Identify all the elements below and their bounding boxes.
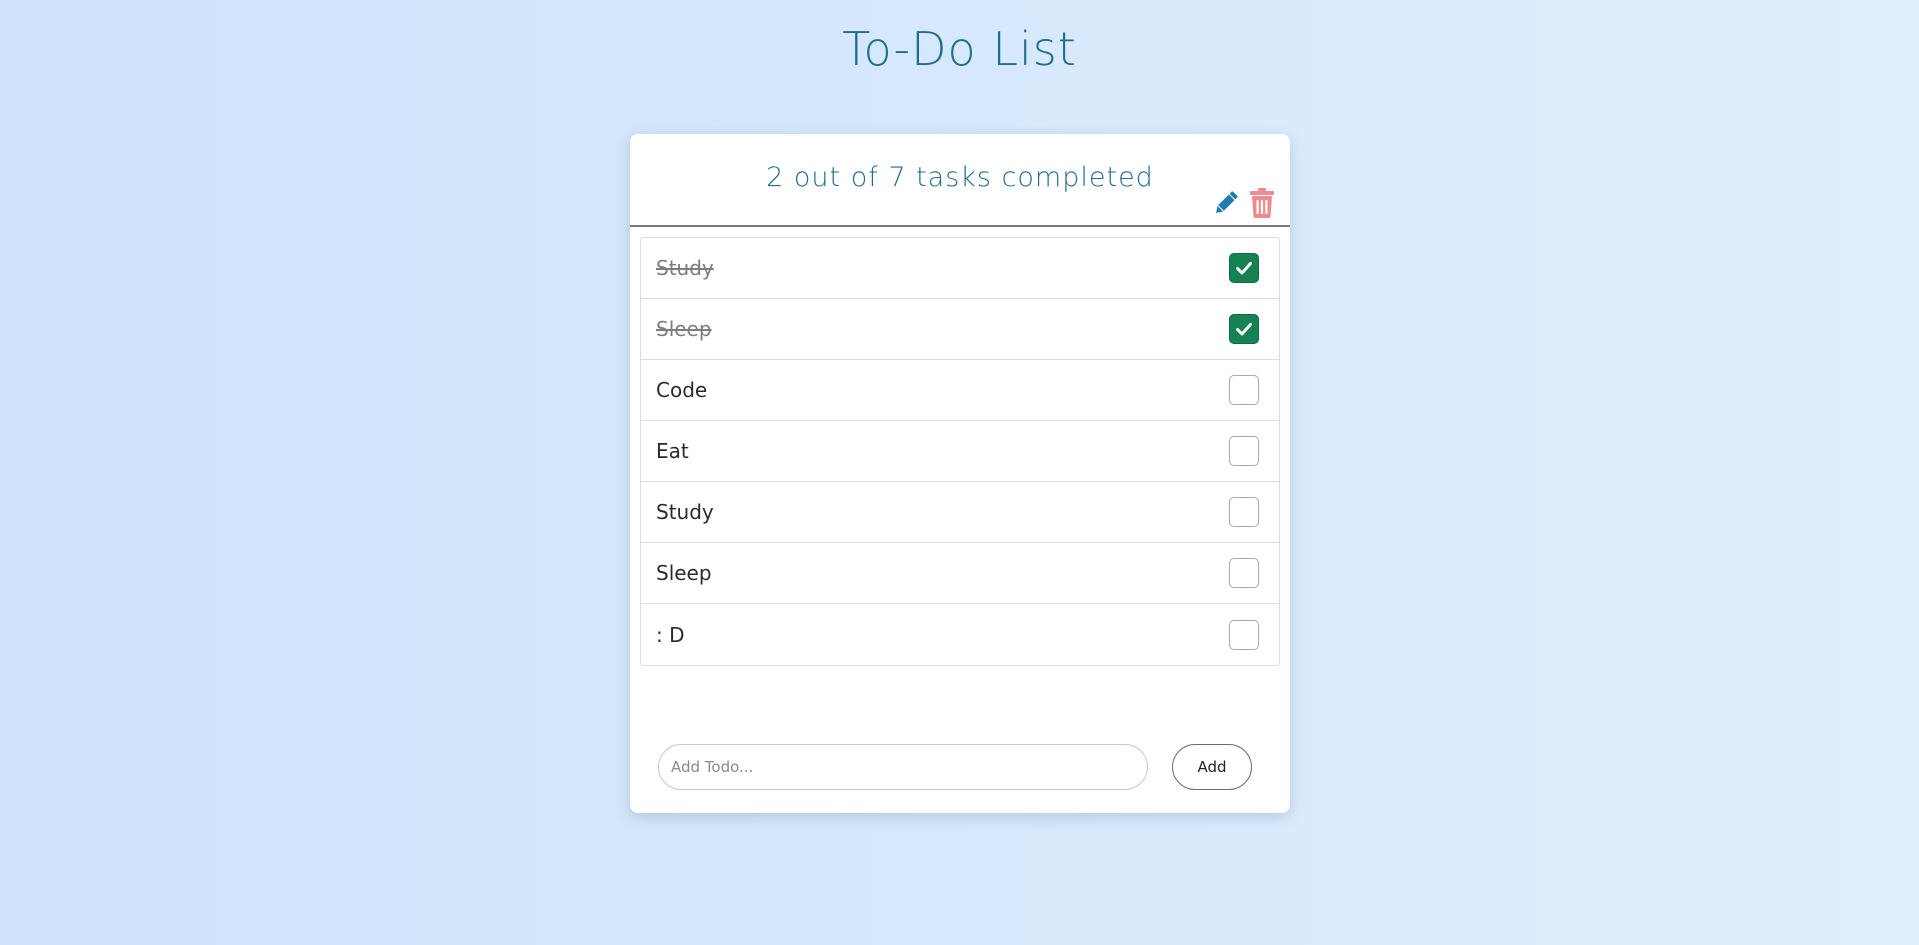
todo-checkbox[interactable] [1229,619,1259,650]
todo-label: Study [656,500,714,524]
todo-label: : D [656,622,685,647]
checkmark-icon [1236,262,1252,275]
todo-checkbox[interactable] [1229,497,1259,527]
todo-label: Sleep [656,317,712,341]
todo-item: Study [641,482,1279,543]
delete-button[interactable] [1248,188,1276,218]
progress-text: 2 out of 7 tasks completed [766,162,1154,193]
todo-list: Study Sleep Code Eat Study Sleep : D [640,237,1280,666]
todo-item: : D [641,604,1279,665]
card-header: 2 out of 7 tasks completed [630,134,1290,227]
todo-checkbox[interactable] [1229,375,1259,405]
todo-checkbox[interactable] [1229,314,1259,344]
todo-item: Study [641,238,1279,299]
todo-item: Eat [641,421,1279,482]
add-todo-row: Add [658,744,1262,790]
header-actions [1212,188,1276,218]
todo-item: Code [641,360,1279,421]
edit-button[interactable] [1212,188,1240,218]
todo-label: Eat [656,439,689,463]
todo-label: Code [656,378,708,402]
todo-item: Sleep [641,543,1279,604]
page-title: To-Do List [842,22,1077,76]
todo-item: Sleep [641,299,1279,360]
add-button[interactable]: Add [1172,744,1252,790]
todo-label: Sleep [656,561,712,585]
todo-label: Study [656,256,714,280]
todo-checkbox[interactable] [1229,436,1259,466]
todo-checkbox[interactable] [1229,558,1259,588]
pencil-icon [1216,191,1238,213]
todo-card: 2 out of 7 tasks completed Study Sleep C… [630,134,1290,813]
checkmark-icon [1236,323,1252,336]
add-todo-input[interactable] [658,744,1148,790]
trash-icon [1250,188,1274,218]
todo-checkbox[interactable] [1229,253,1259,283]
